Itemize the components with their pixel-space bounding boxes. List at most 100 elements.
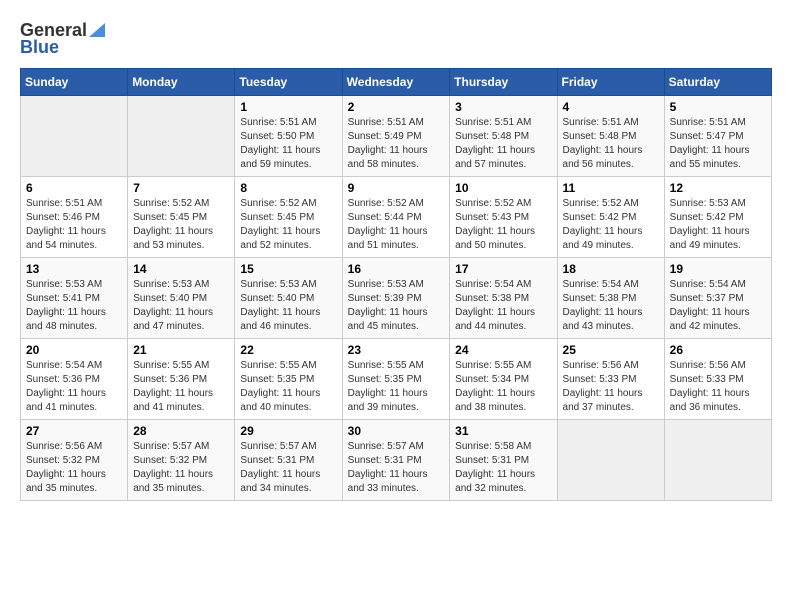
day-number: 12 <box>670 181 766 195</box>
daylight-text: Daylight: 11 hours and 36 minutes. <box>670 388 750 413</box>
sunrise-text: Sunrise: 5:51 AM <box>670 117 746 128</box>
sunset-text: Sunset: 5:45 PM <box>240 212 314 223</box>
day-detail: Sunrise: 5:53 AM Sunset: 5:41 PM Dayligh… <box>26 278 122 334</box>
day-detail: Sunrise: 5:52 AM Sunset: 5:44 PM Dayligh… <box>348 197 445 253</box>
daylight-text: Daylight: 11 hours and 33 minutes. <box>348 469 428 494</box>
calendar-day-cell: 30 Sunrise: 5:57 AM Sunset: 5:31 PM Dayl… <box>342 420 450 501</box>
sunset-text: Sunset: 5:33 PM <box>670 374 744 385</box>
day-number: 27 <box>26 424 122 438</box>
day-number: 25 <box>563 343 659 357</box>
sunrise-text: Sunrise: 5:54 AM <box>26 360 102 371</box>
daylight-text: Daylight: 11 hours and 49 minutes. <box>563 226 643 251</box>
calendar-day-cell: 21 Sunrise: 5:55 AM Sunset: 5:36 PM Dayl… <box>128 339 235 420</box>
weekday-header: Friday <box>557 69 664 96</box>
sunrise-text: Sunrise: 5:52 AM <box>133 198 209 209</box>
sunset-text: Sunset: 5:42 PM <box>670 212 744 223</box>
daylight-text: Daylight: 11 hours and 56 minutes. <box>563 145 643 170</box>
daylight-text: Daylight: 11 hours and 41 minutes. <box>26 388 106 413</box>
calendar-day-cell: 5 Sunrise: 5:51 AM Sunset: 5:47 PM Dayli… <box>664 96 771 177</box>
calendar-header-row: SundayMondayTuesdayWednesdayThursdayFrid… <box>21 69 772 96</box>
calendar-day-cell <box>664 420 771 501</box>
calendar-day-cell: 17 Sunrise: 5:54 AM Sunset: 5:38 PM Dayl… <box>450 258 557 339</box>
sunrise-text: Sunrise: 5:56 AM <box>563 360 639 371</box>
calendar-day-cell: 9 Sunrise: 5:52 AM Sunset: 5:44 PM Dayli… <box>342 177 450 258</box>
day-detail: Sunrise: 5:55 AM Sunset: 5:35 PM Dayligh… <box>240 359 336 415</box>
sunset-text: Sunset: 5:42 PM <box>563 212 637 223</box>
sunset-text: Sunset: 5:48 PM <box>563 131 637 142</box>
calendar-day-cell: 7 Sunrise: 5:52 AM Sunset: 5:45 PM Dayli… <box>128 177 235 258</box>
day-detail: Sunrise: 5:54 AM Sunset: 5:37 PM Dayligh… <box>670 278 766 334</box>
calendar-day-cell: 25 Sunrise: 5:56 AM Sunset: 5:33 PM Dayl… <box>557 339 664 420</box>
day-detail: Sunrise: 5:56 AM Sunset: 5:33 PM Dayligh… <box>563 359 659 415</box>
calendar-day-cell: 20 Sunrise: 5:54 AM Sunset: 5:36 PM Dayl… <box>21 339 128 420</box>
day-number: 30 <box>348 424 445 438</box>
sunset-text: Sunset: 5:47 PM <box>670 131 744 142</box>
calendar-day-cell <box>557 420 664 501</box>
weekday-header: Wednesday <box>342 69 450 96</box>
daylight-text: Daylight: 11 hours and 54 minutes. <box>26 226 106 251</box>
day-detail: Sunrise: 5:53 AM Sunset: 5:40 PM Dayligh… <box>133 278 229 334</box>
sunrise-text: Sunrise: 5:51 AM <box>455 117 531 128</box>
day-detail: Sunrise: 5:57 AM Sunset: 5:31 PM Dayligh… <box>240 440 336 496</box>
sunrise-text: Sunrise: 5:55 AM <box>133 360 209 371</box>
daylight-text: Daylight: 11 hours and 43 minutes. <box>563 307 643 332</box>
sunrise-text: Sunrise: 5:57 AM <box>133 441 209 452</box>
day-number: 29 <box>240 424 336 438</box>
daylight-text: Daylight: 11 hours and 49 minutes. <box>670 226 750 251</box>
day-number: 10 <box>455 181 551 195</box>
sunset-text: Sunset: 5:44 PM <box>348 212 422 223</box>
sunrise-text: Sunrise: 5:52 AM <box>348 198 424 209</box>
sunset-text: Sunset: 5:41 PM <box>26 293 100 304</box>
sunrise-text: Sunrise: 5:58 AM <box>455 441 531 452</box>
calendar-week-row: 1 Sunrise: 5:51 AM Sunset: 5:50 PM Dayli… <box>21 96 772 177</box>
sunrise-text: Sunrise: 5:53 AM <box>670 198 746 209</box>
day-number: 3 <box>455 100 551 114</box>
sunset-text: Sunset: 5:45 PM <box>133 212 207 223</box>
sunrise-text: Sunrise: 5:57 AM <box>348 441 424 452</box>
sunrise-text: Sunrise: 5:55 AM <box>455 360 531 371</box>
sunset-text: Sunset: 5:48 PM <box>455 131 529 142</box>
sunset-text: Sunset: 5:31 PM <box>348 455 422 466</box>
sunrise-text: Sunrise: 5:53 AM <box>348 279 424 290</box>
daylight-text: Daylight: 11 hours and 50 minutes. <box>455 226 535 251</box>
logo-blue: Blue <box>20 37 59 58</box>
calendar-week-row: 20 Sunrise: 5:54 AM Sunset: 5:36 PM Dayl… <box>21 339 772 420</box>
weekday-header: Saturday <box>664 69 771 96</box>
calendar-day-cell: 29 Sunrise: 5:57 AM Sunset: 5:31 PM Dayl… <box>235 420 342 501</box>
weekday-header: Sunday <box>21 69 128 96</box>
calendar-day-cell: 10 Sunrise: 5:52 AM Sunset: 5:43 PM Dayl… <box>450 177 557 258</box>
sunrise-text: Sunrise: 5:53 AM <box>133 279 209 290</box>
day-number: 7 <box>133 181 229 195</box>
day-number: 22 <box>240 343 336 357</box>
sunrise-text: Sunrise: 5:56 AM <box>26 441 102 452</box>
day-detail: Sunrise: 5:53 AM Sunset: 5:42 PM Dayligh… <box>670 197 766 253</box>
sunrise-text: Sunrise: 5:51 AM <box>348 117 424 128</box>
weekday-header: Tuesday <box>235 69 342 96</box>
sunset-text: Sunset: 5:38 PM <box>455 293 529 304</box>
calendar-day-cell: 27 Sunrise: 5:56 AM Sunset: 5:32 PM Dayl… <box>21 420 128 501</box>
day-number: 15 <box>240 262 336 276</box>
daylight-text: Daylight: 11 hours and 58 minutes. <box>348 145 428 170</box>
day-detail: Sunrise: 5:55 AM Sunset: 5:35 PM Dayligh… <box>348 359 445 415</box>
sunset-text: Sunset: 5:37 PM <box>670 293 744 304</box>
calendar-day-cell: 8 Sunrise: 5:52 AM Sunset: 5:45 PM Dayli… <box>235 177 342 258</box>
page-header: General Blue <box>20 20 772 58</box>
daylight-text: Daylight: 11 hours and 59 minutes. <box>240 145 320 170</box>
daylight-text: Daylight: 11 hours and 51 minutes. <box>348 226 428 251</box>
calendar-day-cell: 16 Sunrise: 5:53 AM Sunset: 5:39 PM Dayl… <box>342 258 450 339</box>
calendar-week-row: 6 Sunrise: 5:51 AM Sunset: 5:46 PM Dayli… <box>21 177 772 258</box>
logo: General Blue <box>20 20 105 58</box>
daylight-text: Daylight: 11 hours and 42 minutes. <box>670 307 750 332</box>
day-detail: Sunrise: 5:54 AM Sunset: 5:38 PM Dayligh… <box>455 278 551 334</box>
sunrise-text: Sunrise: 5:55 AM <box>240 360 316 371</box>
calendar-day-cell: 14 Sunrise: 5:53 AM Sunset: 5:40 PM Dayl… <box>128 258 235 339</box>
day-number: 24 <box>455 343 551 357</box>
daylight-text: Daylight: 11 hours and 53 minutes. <box>133 226 213 251</box>
sunrise-text: Sunrise: 5:54 AM <box>455 279 531 290</box>
day-number: 28 <box>133 424 229 438</box>
sunrise-text: Sunrise: 5:56 AM <box>670 360 746 371</box>
day-detail: Sunrise: 5:56 AM Sunset: 5:33 PM Dayligh… <box>670 359 766 415</box>
sunset-text: Sunset: 5:32 PM <box>133 455 207 466</box>
day-detail: Sunrise: 5:51 AM Sunset: 5:48 PM Dayligh… <box>455 116 551 172</box>
day-detail: Sunrise: 5:54 AM Sunset: 5:38 PM Dayligh… <box>563 278 659 334</box>
